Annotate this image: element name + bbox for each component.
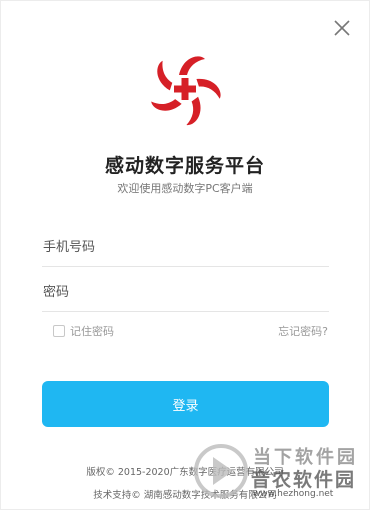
red-cross-flower-logo-icon	[151, 56, 221, 126]
page-title: 感动数字服务平台	[104, 155, 265, 177]
phone-field	[42, 228, 330, 267]
watermark-url: www.hezhong.net	[253, 489, 334, 499]
watermark: 当下软件园 音农软件园 www.hezhong.net	[193, 441, 363, 503]
remember-checkbox[interactable]	[53, 325, 65, 337]
brand-logo	[147, 51, 223, 127]
password-input[interactable]	[42, 273, 330, 311]
login-window: 感动数字服务平台 欢迎使用感动数字PC客户端 记住密码 忘记密码? 登录 版权©…	[0, 0, 370, 510]
page-subtitle: 欢迎使用感动数字PC客户端	[117, 182, 253, 195]
login-button[interactable]: 登录	[42, 381, 329, 427]
close-button[interactable]	[331, 17, 353, 39]
watermark-logo-icon	[194, 444, 248, 498]
phone-input[interactable]	[42, 228, 330, 266]
forgot-password-link[interactable]: 忘记密码?	[278, 323, 328, 339]
remember-password[interactable]: 记住密码	[53, 323, 114, 339]
close-icon	[334, 20, 350, 36]
password-field	[42, 273, 330, 312]
watermark-line2: 音农软件园	[251, 469, 357, 491]
remember-label: 记住密码	[70, 325, 114, 338]
